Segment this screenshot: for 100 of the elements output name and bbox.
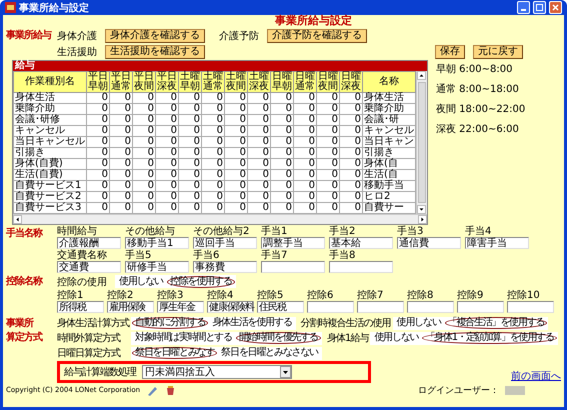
table-cell: 0 bbox=[156, 192, 178, 202]
confirm-button[interactable]: 身体介護を確認する bbox=[105, 28, 205, 42]
confirm-button[interactable]: 介護予防を確認する bbox=[267, 28, 367, 42]
text-field[interactable] bbox=[261, 261, 325, 273]
field-label: 手当7 bbox=[261, 250, 288, 261]
text-field[interactable]: 事務費 bbox=[193, 261, 257, 273]
radio-option[interactable]: 使用しない bbox=[371, 332, 422, 344]
table-cell: 0 bbox=[202, 148, 224, 158]
radio-option[interactable]: 祭日を日曜とみなさない bbox=[218, 347, 322, 359]
radio-option[interactable]: 「身体1・定額加算」を使用する bbox=[422, 332, 557, 344]
scroll-down-icon[interactable] bbox=[417, 205, 426, 214]
table-cell: 0 bbox=[178, 126, 202, 136]
category-label: 身体介護 bbox=[57, 30, 97, 42]
field-label: 控除6 bbox=[307, 290, 334, 301]
table-cell: 0 bbox=[270, 114, 294, 126]
table-cell: 0 bbox=[224, 104, 248, 114]
table-cell: 0 bbox=[224, 126, 248, 136]
table-cell: 0 bbox=[178, 170, 202, 180]
action-button[interactable]: 保存 bbox=[435, 44, 465, 58]
radio-option[interactable]: 祭日を日曜とみなす bbox=[132, 347, 218, 359]
text-field[interactable] bbox=[507, 301, 554, 313]
table-cell: 0 bbox=[156, 136, 178, 148]
section-label: 事業所給与 bbox=[6, 28, 52, 43]
table-cell: 会議･研 bbox=[362, 114, 416, 126]
minimize-button[interactable] bbox=[517, 1, 530, 14]
radio-option[interactable]: 使用しない bbox=[394, 317, 444, 329]
setting-label: 控除の使用 bbox=[57, 276, 107, 288]
table-cell: 0 bbox=[132, 92, 156, 104]
action-button[interactable]: 元に戻す bbox=[473, 44, 523, 58]
table-cell: 0 bbox=[86, 158, 110, 170]
radio-option[interactable]: 身体生活を使用する bbox=[209, 317, 295, 329]
text-field[interactable]: 交通費 bbox=[57, 261, 121, 273]
horizontal-scrollbar[interactable] bbox=[13, 214, 427, 224]
text-field[interactable]: 基本給 bbox=[329, 237, 393, 249]
text-field[interactable]: 介護報酬 bbox=[57, 237, 121, 249]
table-cell: 0 bbox=[294, 104, 316, 114]
time-range-label: 早朝 6:00~8:00 bbox=[436, 62, 514, 76]
text-field[interactable]: 厚生年金 bbox=[157, 301, 204, 313]
radio-option[interactable]: 「複合生活」を使用する bbox=[444, 317, 548, 329]
text-field[interactable] bbox=[329, 261, 393, 273]
text-field[interactable]: 所得税 bbox=[57, 301, 104, 313]
text-field[interactable] bbox=[357, 301, 404, 313]
vertical-scrollbar[interactable] bbox=[416, 71, 427, 214]
radio-option[interactable]: 対象時間は実時間とする bbox=[132, 332, 235, 344]
text-field[interactable] bbox=[407, 301, 454, 313]
table-cell: 0 bbox=[178, 104, 202, 114]
table-cell: 0 bbox=[86, 136, 110, 148]
table-cell: 0 bbox=[86, 180, 110, 192]
table-cell: 0 bbox=[248, 104, 270, 114]
scroll-up-icon[interactable] bbox=[417, 71, 426, 80]
table-cell: 0 bbox=[156, 126, 178, 136]
radio-option[interactable]: 開始時間を優先する bbox=[236, 332, 322, 344]
table-cell: 0 bbox=[316, 192, 340, 202]
table-cell: 0 bbox=[86, 192, 110, 202]
field-label: その他給与 bbox=[125, 226, 176, 237]
table-cell: 0 bbox=[316, 126, 340, 136]
bucket-icon[interactable] bbox=[164, 384, 176, 396]
radio-option[interactable]: 控除を使用する bbox=[167, 276, 235, 288]
close-button[interactable] bbox=[549, 1, 562, 14]
setting-label: 日曜日算定方式 bbox=[57, 346, 122, 360]
table-cell: 0 bbox=[340, 114, 362, 126]
text-field[interactable]: 雇用保険 bbox=[107, 301, 154, 313]
radio-option[interactable]: 使用しない bbox=[116, 276, 166, 288]
pen-icon[interactable] bbox=[146, 384, 158, 396]
text-field[interactable] bbox=[457, 301, 504, 313]
text-field[interactable]: 巡回手当 bbox=[193, 237, 257, 249]
text-field[interactable]: 通信費 bbox=[397, 237, 461, 249]
scroll-right-icon[interactable] bbox=[418, 215, 427, 224]
table-cell: 0 bbox=[270, 104, 294, 114]
scroll-left-icon[interactable] bbox=[13, 215, 22, 224]
table-cell: 0 bbox=[86, 104, 110, 114]
field-label: 控除3 bbox=[157, 290, 184, 301]
table-cell: 0 bbox=[340, 192, 362, 202]
table-cell: 0 bbox=[248, 126, 270, 136]
table-cell: 0 bbox=[340, 180, 362, 192]
close-icon bbox=[552, 4, 559, 11]
table-cell: 0 bbox=[202, 136, 224, 148]
text-field[interactable]: 住民税 bbox=[257, 301, 304, 313]
text-field[interactable]: 研修手当 bbox=[125, 261, 189, 273]
table-cell: 0 bbox=[156, 114, 178, 126]
table-cell: 0 bbox=[110, 114, 132, 126]
maximize-icon bbox=[536, 4, 543, 11]
table-cell: 0 bbox=[110, 158, 132, 170]
table-cell: 0 bbox=[248, 114, 270, 126]
text-field[interactable]: 調整手当 bbox=[261, 237, 325, 249]
radio-option[interactable]: 自動的に分割する bbox=[132, 317, 208, 329]
column-header: 作業種別名 bbox=[14, 72, 86, 92]
section-label: 控除名称 bbox=[6, 274, 44, 289]
text-field[interactable]: 健康保険料 bbox=[207, 301, 254, 313]
field-label: 手当8 bbox=[329, 250, 356, 261]
maximize-button[interactable] bbox=[533, 1, 546, 14]
confirm-button[interactable]: 生活援助を確認する bbox=[105, 44, 205, 58]
rounding-dropdown[interactable]: 円未満四捨五入 bbox=[142, 365, 292, 379]
text-field[interactable]: 移動手当1 bbox=[125, 237, 189, 249]
back-link[interactable]: 前の画面へ bbox=[511, 369, 561, 383]
table-cell: 0 bbox=[156, 180, 178, 192]
section-label: 事業所 算定方式 bbox=[6, 316, 44, 345]
text-field[interactable] bbox=[307, 301, 354, 313]
table-cell: 0 bbox=[316, 170, 340, 180]
text-field[interactable]: 障害手当 bbox=[465, 237, 529, 249]
